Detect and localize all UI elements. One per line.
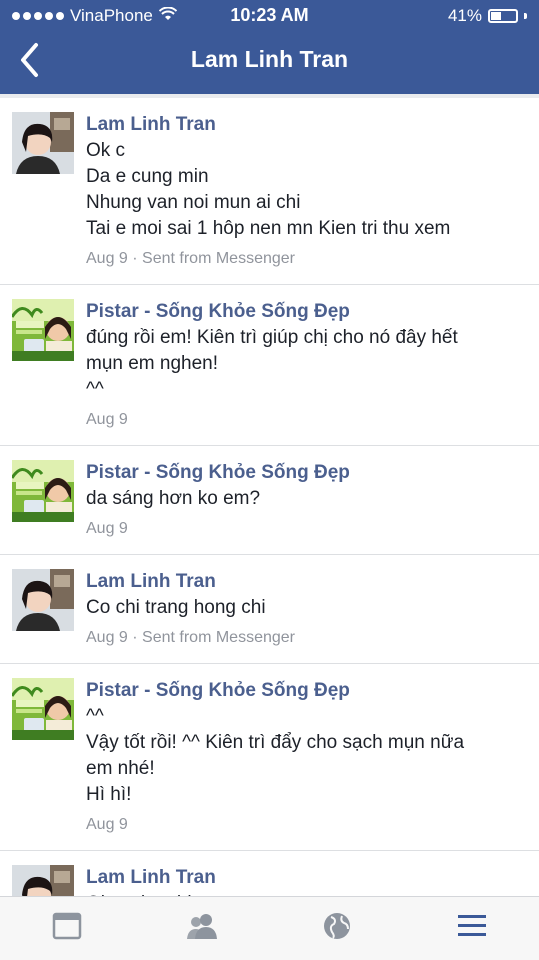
comment-text: Tai e moi sai 1 hôp nen mn Kien tri thu … — [86, 218, 451, 239]
comment-meta: Aug 9 — [86, 411, 128, 428]
comment-author[interactable]: Lam Linh Tran — [86, 865, 527, 891]
comment-meta: Aug 9 — [86, 520, 128, 537]
comment-author[interactable]: Lam Linh Tran — [86, 112, 527, 138]
comment-text: Hì hì! — [86, 784, 132, 805]
comment-item[interactable]: Pistar - Sống Khỏe Sống Đẹp ^^ Vậy tốt rồi… — [0, 664, 539, 851]
comment-text: Ok c — [86, 140, 126, 161]
comment-text: da sáng hơn ko em? — [86, 488, 261, 509]
status-bar: VinaPhone 10:23 AM 41% — [0, 0, 539, 30]
tab-news-feed[interactable] — [0, 897, 135, 960]
comment-list[interactable]: Lam Linh Tran Ok c Da e cung min Nhung van … — [0, 98, 539, 896]
nav-bar: Lam Linh Tran — [0, 30, 539, 90]
menu-icon — [456, 911, 488, 946]
comment-content: Lam Linh TranOk z nhe chi — [86, 865, 527, 896]
avatar[interactable] — [12, 865, 74, 896]
comment-author[interactable]: Pistar - Sống Khỏe Sống Đẹp — [86, 299, 527, 325]
comment-author[interactable]: Pistar - Sống Khỏe Sống Đẹp — [86, 460, 527, 486]
comment-meta: Aug 9 · Sent from Messenger — [86, 629, 295, 646]
comment-text: Da e cung min — [86, 166, 209, 187]
globe-icon — [321, 911, 353, 946]
tab-bar — [0, 896, 539, 960]
comment-text: mụn em nghen! — [86, 353, 219, 374]
comment-content: Lam Linh Tran Ok c Da e cung min Nhung van … — [86, 112, 527, 270]
battery-icon — [488, 9, 518, 23]
battery-group: 41% — [448, 6, 527, 26]
comment-text: em nhé! — [86, 758, 155, 779]
comment-text: Nhung van noi mun ai chi — [86, 192, 301, 213]
avatar[interactable] — [12, 569, 74, 631]
avatar[interactable] — [12, 299, 74, 361]
comment-content: Pistar - Sống Khỏe Sống Đẹp da sáng hơn k… — [86, 460, 527, 540]
comment-author[interactable]: Lam Linh Tran — [86, 569, 527, 595]
app-header: VinaPhone 10:23 AM 41% Lam Linh Tran — [0, 0, 539, 94]
comment-text: Co chi trang hong chi — [86, 597, 266, 618]
comment-text: ^^ — [86, 706, 104, 727]
tab-menu[interactable] — [404, 897, 539, 960]
comment-author[interactable]: Pistar - Sống Khỏe Sống Đẹp — [86, 678, 527, 704]
friends-icon — [186, 911, 218, 946]
comment-item[interactable]: Lam Linh TranOk z nhe chi — [0, 851, 539, 896]
comment-content: Pistar - Sống Khỏe Sống Đẹp đúng rồi em! … — [86, 299, 527, 431]
comment-content: Lam Linh Tran Co chi trang hong chi Aug 9 … — [86, 569, 527, 649]
page-title: Lam Linh Tran — [190, 46, 349, 72]
comment-text: Vậy tốt rồi! ^^ Kiên trì đẩy cho sạch mụ… — [86, 732, 465, 753]
comment-item[interactable]: Pistar - Sống Khỏe Sống Đẹp da sáng hơn k… — [0, 446, 539, 555]
comment-item[interactable]: Pistar - Sống Khỏe Sống Đẹp đúng rồi em! … — [0, 285, 539, 446]
news-feed-icon — [51, 911, 83, 946]
tab-globe[interactable] — [270, 897, 405, 960]
avatar[interactable] — [12, 678, 74, 740]
avatar[interactable] — [12, 460, 74, 522]
comment-content: Pistar - Sống Khỏe Sống Đẹp ^^ Vậy tốt rồi… — [86, 678, 527, 836]
avatar[interactable] — [12, 112, 74, 174]
comment-text: ^^ — [86, 379, 104, 400]
comment-text: đúng rồi em! Kiên trì giúp chị cho nó đâ… — [86, 327, 458, 348]
comment-meta: Aug 9 · Sent from Messenger — [86, 250, 295, 267]
comment-meta: Aug 9 — [86, 816, 128, 833]
comment-item[interactable]: Lam Linh Tran Ok c Da e cung min Nhung van … — [0, 98, 539, 285]
comment-item[interactable]: Lam Linh Tran Co chi trang hong chi Aug 9 … — [0, 555, 539, 664]
battery-percent: 41% — [447, 6, 482, 25]
tab-friends[interactable] — [135, 897, 270, 960]
